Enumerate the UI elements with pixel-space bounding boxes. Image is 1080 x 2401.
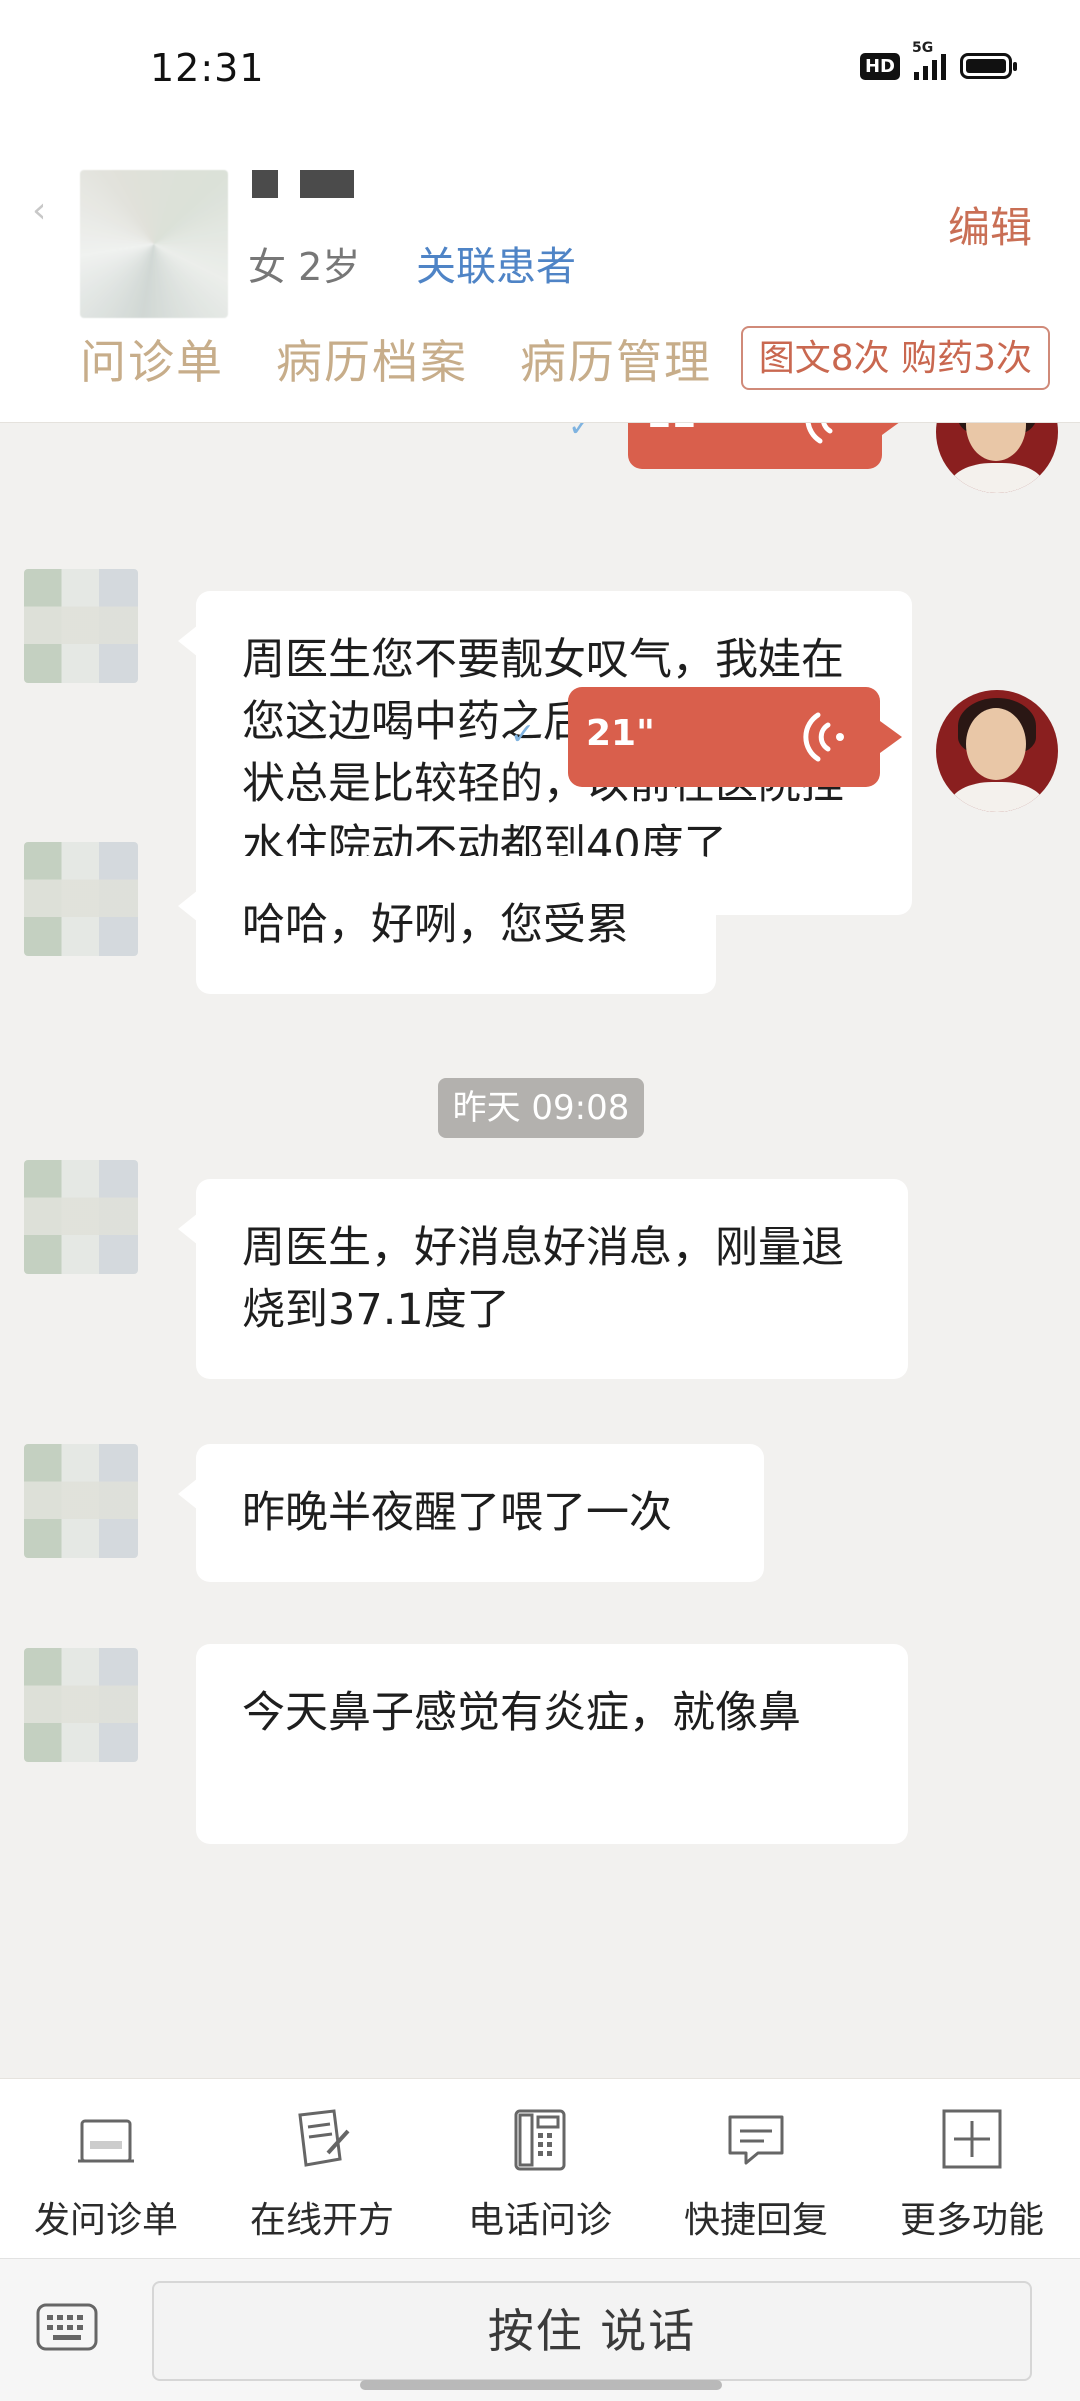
patient-avatar-small[interactable] <box>24 569 138 683</box>
patient-avatar-small[interactable] <box>24 1648 138 1762</box>
tab-inquiry-form[interactable]: 问诊单 <box>80 326 224 392</box>
tab-medical-records[interactable]: 病历档案 <box>276 326 468 392</box>
doctor-avatar[interactable] <box>936 690 1058 812</box>
back-icon[interactable]: ‹ <box>32 193 62 229</box>
tool-label: 更多功能 <box>899 2200 1044 2241</box>
online-prescription-button[interactable]: 在线开方 <box>222 2079 422 2259</box>
voice-duration: 21" <box>586 713 655 754</box>
patient-meta: 女 2岁 <box>248 245 361 289</box>
edit-button[interactable]: 编辑 <box>948 194 1032 255</box>
time-divider: 昨天 09:08 <box>438 1078 644 1138</box>
voice-duration: 11" <box>646 423 715 436</box>
prescription-icon <box>298 2109 350 2167</box>
more-functions-button[interactable]: 更多功能 <box>872 2079 1072 2259</box>
status-icons: HD 5G <box>859 40 1017 80</box>
voice-wave-icon <box>805 423 833 444</box>
function-toolbar: 发问诊单 在线开方 电话问诊 快捷回复 更多功能 <box>0 2078 1080 2259</box>
message-bubble[interactable]: 昨晚半夜醒了喂了一次 <box>178 1444 764 1582</box>
chat-bubble-icon <box>728 2115 784 2165</box>
hd-icon: HD <box>859 52 900 80</box>
doctor-avatar[interactable] <box>936 423 1058 493</box>
voice-wave-icon <box>803 712 844 762</box>
record-tabs: 问诊单 病历档案 病历管理 <box>80 326 712 392</box>
keyboard-icon[interactable] <box>36 2303 98 2351</box>
patient-name-masked <box>252 170 354 198</box>
patient-avatar-small[interactable] <box>24 842 138 956</box>
voice-message[interactable]: 21" <box>568 687 902 787</box>
status-time: 12:31 <box>150 46 265 90</box>
tool-label: 在线开方 <box>249 2200 394 2241</box>
tool-label: 快捷回复 <box>683 2200 828 2241</box>
chat-area[interactable]: ✓ 11" 周医生您不要靓女叹气，我娃在您这边喝中药之后，每次感染症状总是比较轻… <box>0 423 1080 2078</box>
consult-count-badge[interactable]: 图文8次 购药3次 <box>740 326 1050 390</box>
patient-avatar[interactable] <box>80 170 228 318</box>
voice-message[interactable]: 11" <box>628 423 904 469</box>
link-patient-button[interactable]: 关联患者 <box>416 234 576 292</box>
network-type-label: 5G <box>912 40 934 56</box>
tool-label: 发问诊单 <box>33 2200 178 2241</box>
inquiry-form-icon <box>78 2119 134 2163</box>
telephone-icon <box>514 2109 566 2171</box>
tab-record-management[interactable]: 病历管理 <box>520 326 712 392</box>
patient-avatar-small[interactable] <box>24 1160 138 1274</box>
tool-label: 电话问诊 <box>467 2200 612 2241</box>
patient-header: ‹ 女 2岁 关联患者 编辑 问诊单 病历档案 病历管理 图文8次 购药3次 <box>0 140 1080 423</box>
plus-square-icon <box>942 2109 1002 2169</box>
battery-icon <box>960 53 1017 79</box>
read-check-icon: ✓ <box>568 423 594 444</box>
message-bubble[interactable]: 今天鼻子感觉有炎症，就像鼻 <box>196 1644 908 1844</box>
message-bubble[interactable]: 哈哈，好咧，您受累 <box>178 856 716 994</box>
status-bar: 12:31 HD 5G <box>0 0 1080 140</box>
quick-reply-button[interactable]: 快捷回复 <box>656 2079 856 2259</box>
phone-consult-button[interactable]: 电话问诊 <box>440 2079 640 2259</box>
home-indicator[interactable] <box>360 2380 722 2390</box>
send-inquiry-form-button[interactable]: 发问诊单 <box>6 2079 206 2259</box>
hold-to-talk-button[interactable]: 按住 说话 <box>152 2281 1032 2381</box>
signal-icon: 5G <box>912 40 946 80</box>
read-check-icon: ✓ <box>510 717 536 752</box>
patient-avatar-small[interactable] <box>24 1444 138 1558</box>
message-bubble[interactable]: 周医生，好消息好消息，刚量退烧到37.1度了 <box>178 1179 908 1379</box>
